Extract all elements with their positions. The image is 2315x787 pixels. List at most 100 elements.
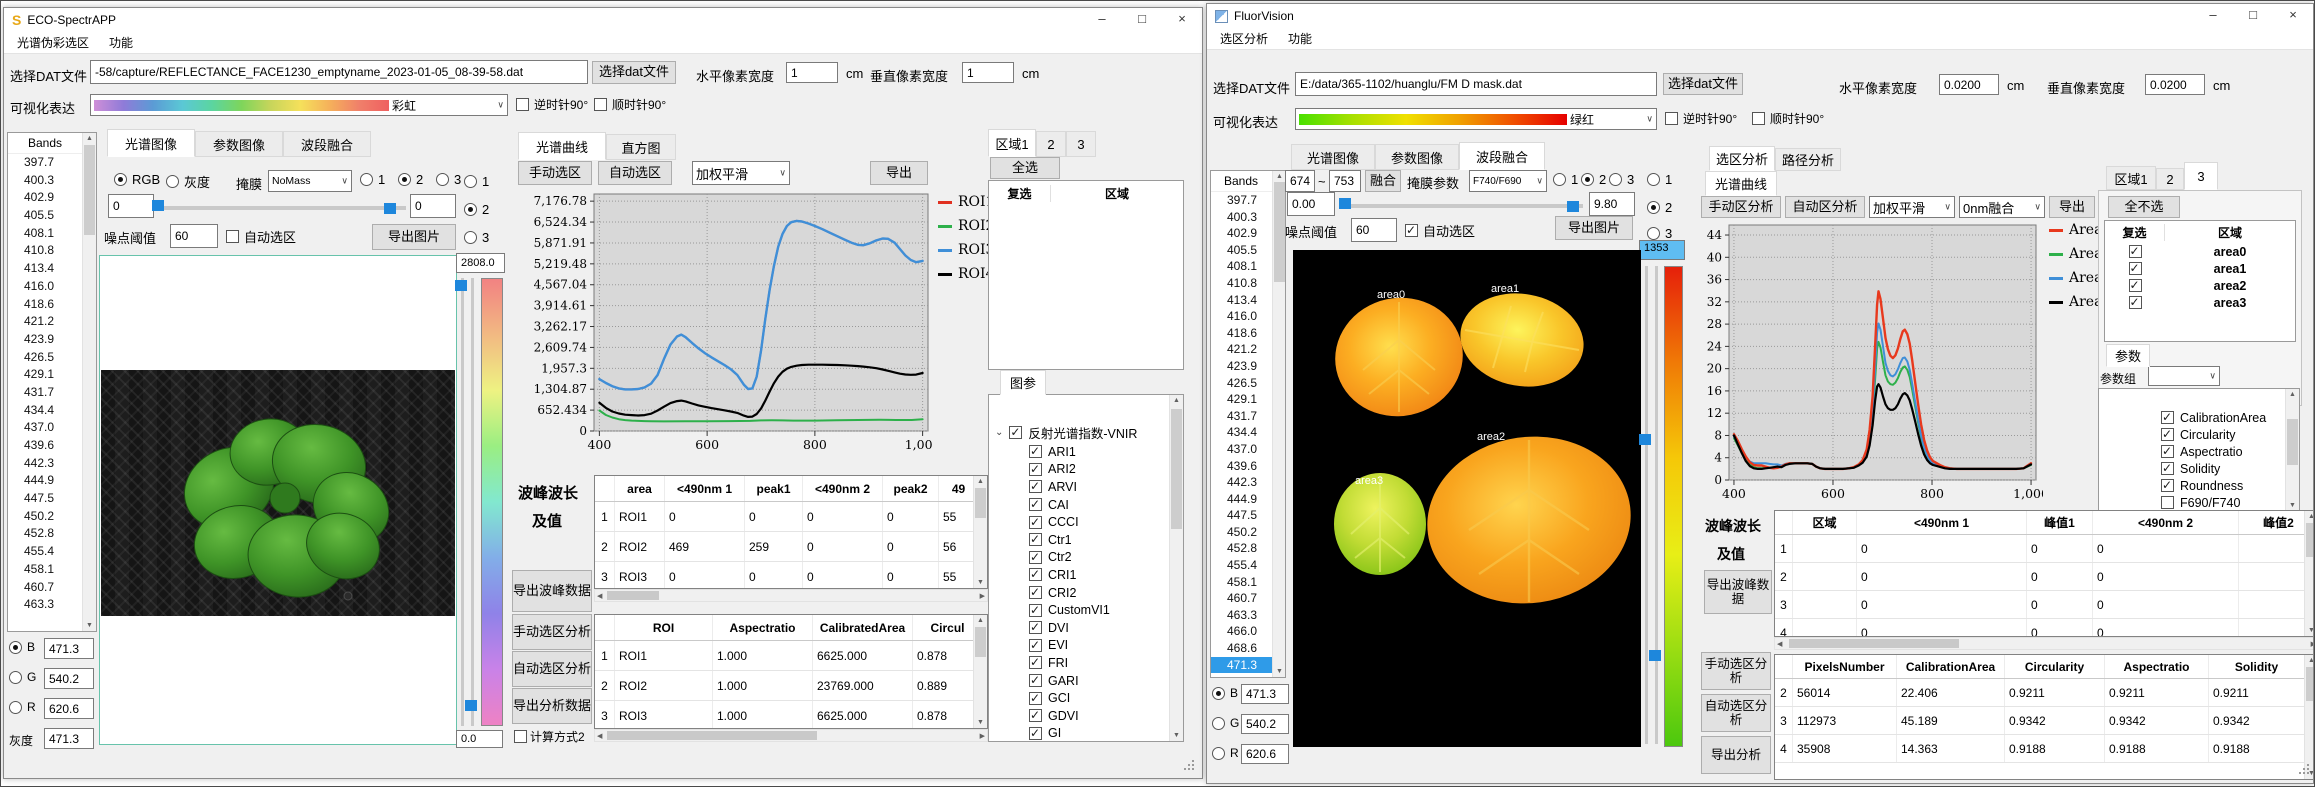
roi-table-hscroll[interactable]	[594, 729, 988, 742]
column-header[interactable]: CalibrationArea	[1897, 655, 2005, 678]
close-button[interactable]: ×	[1162, 8, 1202, 32]
fusion-to-input[interactable]	[1329, 170, 1361, 192]
smoothing-select[interactable]: 加权平滑	[692, 161, 790, 185]
manual-roi-button[interactable]: 手动选区	[518, 161, 592, 185]
colorbar-slider-track-2[interactable]	[1655, 266, 1658, 744]
checklist-item[interactable]: Aspectratio	[2099, 443, 2283, 460]
region-radio-1[interactable]: 1	[360, 172, 385, 187]
resize-grip[interactable]	[2299, 764, 2311, 776]
param-group-select[interactable]	[2148, 366, 2220, 386]
column-header[interactable]	[1775, 511, 1793, 534]
column-header[interactable]: 峰值1	[2027, 511, 2093, 534]
checklist-item[interactable]: CAI	[989, 496, 1167, 514]
table-row[interactable]: 3ROI3000055	[595, 562, 987, 589]
view-radio-2[interactable]: 2	[464, 202, 489, 217]
checklist-item[interactable]: CRI2	[989, 584, 1167, 602]
checklist-item[interactable]: Solidity	[2099, 460, 2283, 477]
checklist-item[interactable]: CRI1	[989, 566, 1167, 584]
dat-file-input[interactable]	[90, 60, 588, 84]
range-slider-track[interactable]	[162, 206, 406, 210]
colorbar-max-input[interactable]: 1353	[1639, 240, 1685, 260]
checklist-item[interactable]: FRI	[989, 654, 1167, 672]
checkbox[interactable]	[1029, 727, 1042, 740]
table-row[interactable]: 25601422.4060.92110.92110.9211	[1775, 679, 2314, 707]
column-header[interactable]: Aspectratio	[713, 615, 813, 640]
region-radio-3[interactable]: 3	[436, 172, 461, 187]
fusion-from-input[interactable]	[1285, 170, 1315, 192]
peak-table-vscroll[interactable]	[973, 476, 987, 588]
table-row[interactable]: 311297345.1890.93420.93420.9342	[1775, 707, 2314, 735]
range-slider-track[interactable]	[1345, 204, 1583, 208]
range-low-input[interactable]	[1287, 192, 1335, 216]
checklist-item[interactable]: Ctr1	[989, 531, 1167, 549]
region-radio-2[interactable]: 2	[398, 172, 423, 187]
params-tab[interactable]: 参数	[2106, 344, 2150, 367]
range-high-input[interactable]	[1589, 192, 1635, 216]
checkbox[interactable]	[1029, 709, 1042, 722]
view-radio-1[interactable]: 1	[464, 174, 489, 189]
checklist-item[interactable]: DVI	[989, 619, 1167, 637]
table-row[interactable]: 2ROI21.00023769.0000.889	[595, 671, 987, 701]
range-slider-handle-low[interactable]	[1339, 198, 1351, 209]
checklist-item[interactable]: EVI	[989, 637, 1167, 655]
gray-input[interactable]	[44, 728, 94, 749]
channel-b-input[interactable]	[44, 638, 94, 659]
range-slider-handle-high[interactable]	[1567, 201, 1579, 212]
titlebar[interactable]: FluorVision	[1207, 4, 2313, 28]
checklist-item[interactable]: ARVI	[989, 478, 1167, 496]
choose-dat-button[interactable]: 选择dat文件	[1663, 73, 1743, 95]
region-tab-3[interactable]: 3	[2184, 162, 2218, 190]
channel-r-input[interactable]	[44, 698, 94, 719]
rotate-ccw-checkbox[interactable]: 逆时针90°	[1665, 110, 1737, 127]
channel-b-radio[interactable]: B	[1212, 686, 1238, 700]
resize-grip[interactable]	[1184, 760, 1196, 772]
peak-table-hscroll[interactable]	[594, 589, 988, 602]
colorbar-handle-min[interactable]	[1649, 650, 1661, 661]
checkbox[interactable]	[1029, 656, 1042, 669]
colorbar-min-input[interactable]	[456, 730, 503, 748]
checkbox[interactable]	[1029, 480, 1042, 493]
tab-spectral-image[interactable]: 光谱图像	[1291, 144, 1375, 170]
channel-g-input[interactable]	[44, 668, 94, 689]
table-row[interactable]: 43590814.3630.91880.91880.9188	[1775, 735, 2314, 763]
maximize-button[interactable]: □	[2233, 4, 2273, 28]
column-header[interactable]: <490nm 2	[2093, 511, 2239, 534]
auto-roi-button[interactable]: 自动选区	[598, 161, 672, 185]
range-high-input[interactable]	[410, 194, 456, 218]
maximize-button[interactable]: □	[1122, 8, 1162, 32]
column-header[interactable]: <490nm 2	[803, 476, 883, 501]
checkbox[interactable]	[1029, 639, 1042, 652]
tab-band-fusion[interactable]: 波段融合	[283, 131, 371, 157]
colorbar-max-input[interactable]	[456, 253, 505, 273]
titlebar[interactable]: S ECO-SpectrAPP	[4, 8, 1202, 32]
colorbar-slider-track-2[interactable]	[471, 278, 474, 726]
vpixel-input[interactable]	[962, 62, 1014, 83]
region-radio-1[interactable]: 1	[1553, 172, 1578, 187]
area-row[interactable]: area2	[2105, 277, 2295, 294]
hpixel-input[interactable]	[1939, 74, 1999, 95]
column-header[interactable]: ROI	[615, 615, 713, 640]
vnir-tree-scrollbar[interactable]	[1169, 395, 1183, 741]
region-radio-3[interactable]: 3	[1609, 172, 1634, 187]
export-image-button[interactable]: 导出图片	[1555, 216, 1633, 240]
region-radio-2[interactable]: 2	[1581, 172, 1606, 187]
checkbox[interactable]	[1029, 533, 1042, 546]
area-checkbox[interactable]	[2129, 262, 2142, 275]
stats-table-vscroll[interactable]	[2304, 655, 2314, 779]
area-checkbox[interactable]	[2129, 296, 2142, 309]
menu-roi-analysis[interactable]: 选区分析	[1211, 28, 1277, 49]
export-curve-button[interactable]: 导出	[2049, 196, 2095, 218]
checkbox[interactable]	[1029, 445, 1042, 458]
area-checkbox[interactable]	[2129, 279, 2142, 292]
choose-dat-button[interactable]: 选择dat文件	[592, 61, 676, 84]
area-row[interactable]: area0	[2105, 243, 2295, 260]
table-row[interactable]: 1ROI11.0006625.0000.878	[595, 641, 987, 671]
colorbar-handle-max[interactable]	[1639, 434, 1651, 445]
colorbar-slider-track-1[interactable]	[1645, 266, 1648, 744]
column-header[interactable]: Circularity	[2005, 655, 2105, 678]
column-header[interactable]: CalibratedArea	[813, 615, 913, 640]
checklist-item[interactable]: Ctr2	[989, 549, 1167, 567]
image-viewport[interactable]	[99, 255, 457, 745]
leaf-image[interactable]: area0 area1 area2 area3	[1293, 250, 1641, 747]
manual-area-analysis-button[interactable]: 手动区分析	[1701, 196, 1781, 218]
